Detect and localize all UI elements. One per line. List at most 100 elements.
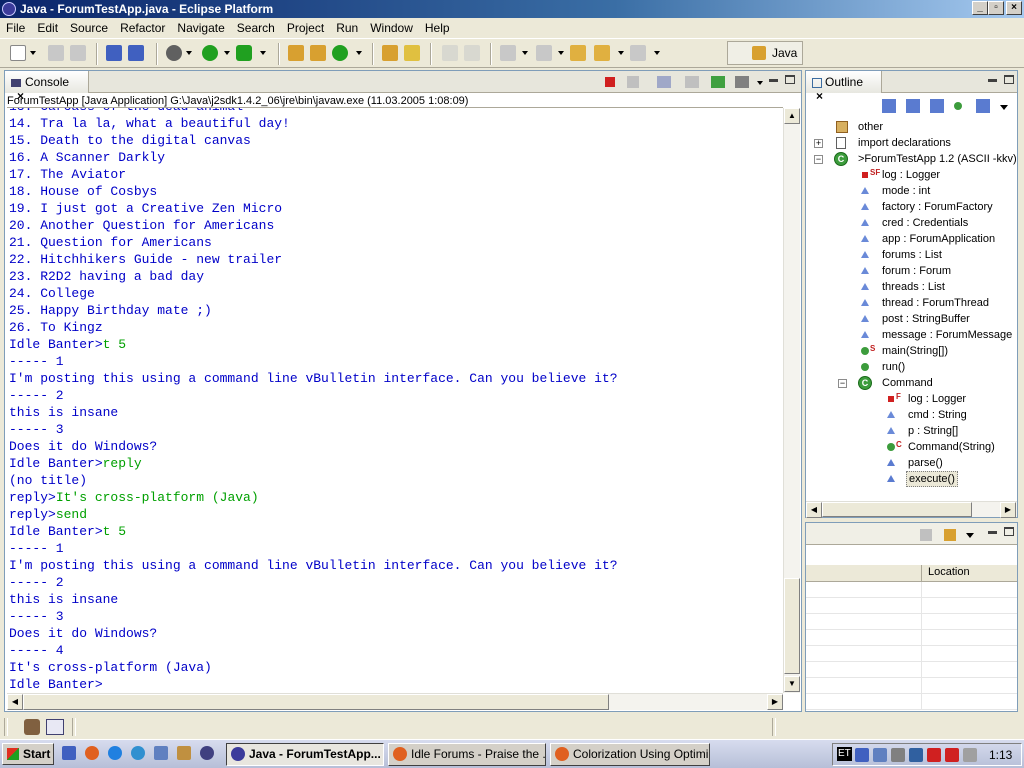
console-horizontal-scrollbar[interactable]: ◀ ▶ <box>7 693 783 710</box>
thunderbird-quicklaunch-icon[interactable] <box>108 746 122 760</box>
next-annotation-icon[interactable] <box>500 45 516 61</box>
menu-file[interactable]: File <box>0 18 31 36</box>
start-button[interactable]: Start <box>2 743 54 765</box>
menu-window[interactable]: Window <box>364 18 419 36</box>
outline-item[interactable]: post : StringBuffer <box>806 311 1017 327</box>
outline-item[interactable]: + import declarations <box>806 135 1017 151</box>
open-hierarchy-icon[interactable] <box>128 45 144 61</box>
media-quicklaunch-icon[interactable] <box>200 746 214 760</box>
tab-console[interactable]: Console × <box>5 71 89 103</box>
maximize-view-icon[interactable] <box>1004 527 1014 536</box>
ati-icon[interactable] <box>945 748 959 762</box>
scroll-left-button[interactable]: ◀ <box>806 502 822 518</box>
outline-item[interactable]: mode : int <box>806 183 1017 199</box>
column-location[interactable]: Location <box>928 566 970 578</box>
pin-console-icon[interactable] <box>711 76 725 88</box>
scroll-up-button[interactable]: ▲ <box>784 108 800 124</box>
outline-horizontal-scrollbar[interactable]: ◀ ▶ <box>806 501 1017 518</box>
maximize-view-icon[interactable] <box>1004 75 1014 84</box>
prev-annotation-icon[interactable] <box>536 45 552 61</box>
debug-dropdown-icon[interactable] <box>186 51 192 55</box>
speaker-icon[interactable] <box>891 748 905 762</box>
outline-item[interactable]: message : ForumMessage <box>806 327 1017 343</box>
menu-source[interactable]: Source <box>64 18 114 36</box>
tray-app-icon[interactable] <box>963 748 977 762</box>
hide-nonpublic-icon[interactable] <box>954 102 962 110</box>
hscroll-thumb[interactable] <box>822 502 972 517</box>
explorer-quicklaunch-icon[interactable] <box>154 746 168 760</box>
outline-item[interactable]: forum : Forum <box>806 263 1017 279</box>
network-icon[interactable] <box>855 748 869 762</box>
close-tab-icon[interactable]: × <box>816 89 823 103</box>
scroll-left-button[interactable]: ◀ <box>7 694 23 710</box>
new-java-icon[interactable] <box>332 45 348 61</box>
display-console-icon[interactable] <box>735 76 749 88</box>
scroll-thumb[interactable] <box>784 578 800 674</box>
title-bar[interactable]: Java - ForumTestApp.java - Eclipse Platf… <box>0 0 1024 18</box>
external-tools-icon[interactable] <box>236 45 252 61</box>
outline-item[interactable]: threads : List <box>806 279 1017 295</box>
browser-quicklaunch-icon[interactable] <box>131 746 145 760</box>
outline-item[interactable]: execute() <box>806 471 1017 487</box>
remove-launch-icon[interactable] <box>627 76 639 88</box>
new-class-icon[interactable] <box>310 45 326 61</box>
clear-console-icon[interactable] <box>657 76 671 88</box>
maximize-view-icon[interactable] <box>785 75 795 84</box>
maximize-button[interactable]: ▫ <box>988 1 1004 15</box>
collapse-icon[interactable]: − <box>838 379 847 388</box>
tasks-table-body[interactable] <box>806 582 1017 710</box>
language-indicator[interactable]: ET <box>837 747 852 761</box>
console-output[interactable]: 13. Carcass of the dead animal 14. Tra la… <box>7 107 783 694</box>
close-button[interactable]: × <box>1006 1 1022 15</box>
outline-item[interactable]: cmd : String <box>806 407 1017 423</box>
outline-item[interactable]: − C Command <box>806 375 1017 391</box>
last-edit-icon[interactable] <box>570 45 586 61</box>
outline-item[interactable]: parse() <box>806 455 1017 471</box>
menu-edit[interactable]: Edit <box>31 18 64 36</box>
filter-icon[interactable] <box>944 529 956 541</box>
minimize-button[interactable]: _ <box>972 1 988 15</box>
new-dropdown-icon[interactable] <box>30 51 36 55</box>
minimize-view-icon[interactable] <box>988 79 997 82</box>
display-icon[interactable] <box>873 748 887 762</box>
task-colorization[interactable]: Colorization Using Optimi... <box>550 743 710 766</box>
fast-view-icon[interactable] <box>24 719 40 735</box>
outline-item[interactable]: thread : ForumThread <box>806 295 1017 311</box>
scroll-right-button[interactable]: ▶ <box>767 694 783 710</box>
save-icon[interactable] <box>48 45 64 61</box>
forward-dropdown-icon[interactable] <box>654 51 660 55</box>
outline-item[interactable]: C Command(String) <box>806 439 1017 455</box>
outline-item[interactable]: app : ForumApplication <box>806 231 1017 247</box>
console-vertical-scrollbar[interactable]: ▲ ▼ <box>783 108 800 693</box>
new-icon[interactable] <box>10 45 26 61</box>
hide-static-icon[interactable] <box>930 99 944 113</box>
view-menu-icon[interactable] <box>757 81 763 85</box>
open-type-icon[interactable] <box>106 45 122 61</box>
collapse-icon[interactable]: − <box>814 155 823 164</box>
menu-navigate[interactable]: Navigate <box>171 18 230 36</box>
outline-item[interactable]: run() <box>806 359 1017 375</box>
java-perspective-button[interactable]: Java <box>727 41 803 65</box>
outline-item[interactable]: − C >ForumTestApp 1.2 (ASCII -kkv) <box>806 151 1017 167</box>
debug-icon[interactable] <box>166 45 182 61</box>
outline-item[interactable]: factory : ForumFactory <box>806 199 1017 215</box>
outline-item[interactable]: Smain(String[]) <box>806 343 1017 359</box>
new-java-dropdown-icon[interactable] <box>356 51 362 55</box>
ie-quicklaunch-icon[interactable] <box>62 746 76 760</box>
new-package-icon[interactable] <box>288 45 304 61</box>
outline-item[interactable]: other <box>806 119 1017 135</box>
next-annotation-dropdown-icon[interactable] <box>522 51 528 55</box>
tools-quicklaunch-icon[interactable] <box>177 746 191 760</box>
expand-icon[interactable]: + <box>814 139 823 148</box>
minimize-view-icon[interactable] <box>988 531 997 534</box>
outline-item[interactable]: forums : List <box>806 247 1017 263</box>
external-tools-dropdown-icon[interactable] <box>260 51 266 55</box>
hide-fields-icon[interactable] <box>906 99 920 113</box>
forward-icon[interactable] <box>630 45 646 61</box>
copy-icon[interactable] <box>464 45 480 61</box>
console-fast-view-icon[interactable] <box>46 719 64 735</box>
antivirus-icon[interactable] <box>927 748 941 762</box>
search-icon[interactable] <box>404 45 420 61</box>
outline-item[interactable]: Flog : Logger <box>806 391 1017 407</box>
hscroll-thumb[interactable] <box>23 694 609 710</box>
